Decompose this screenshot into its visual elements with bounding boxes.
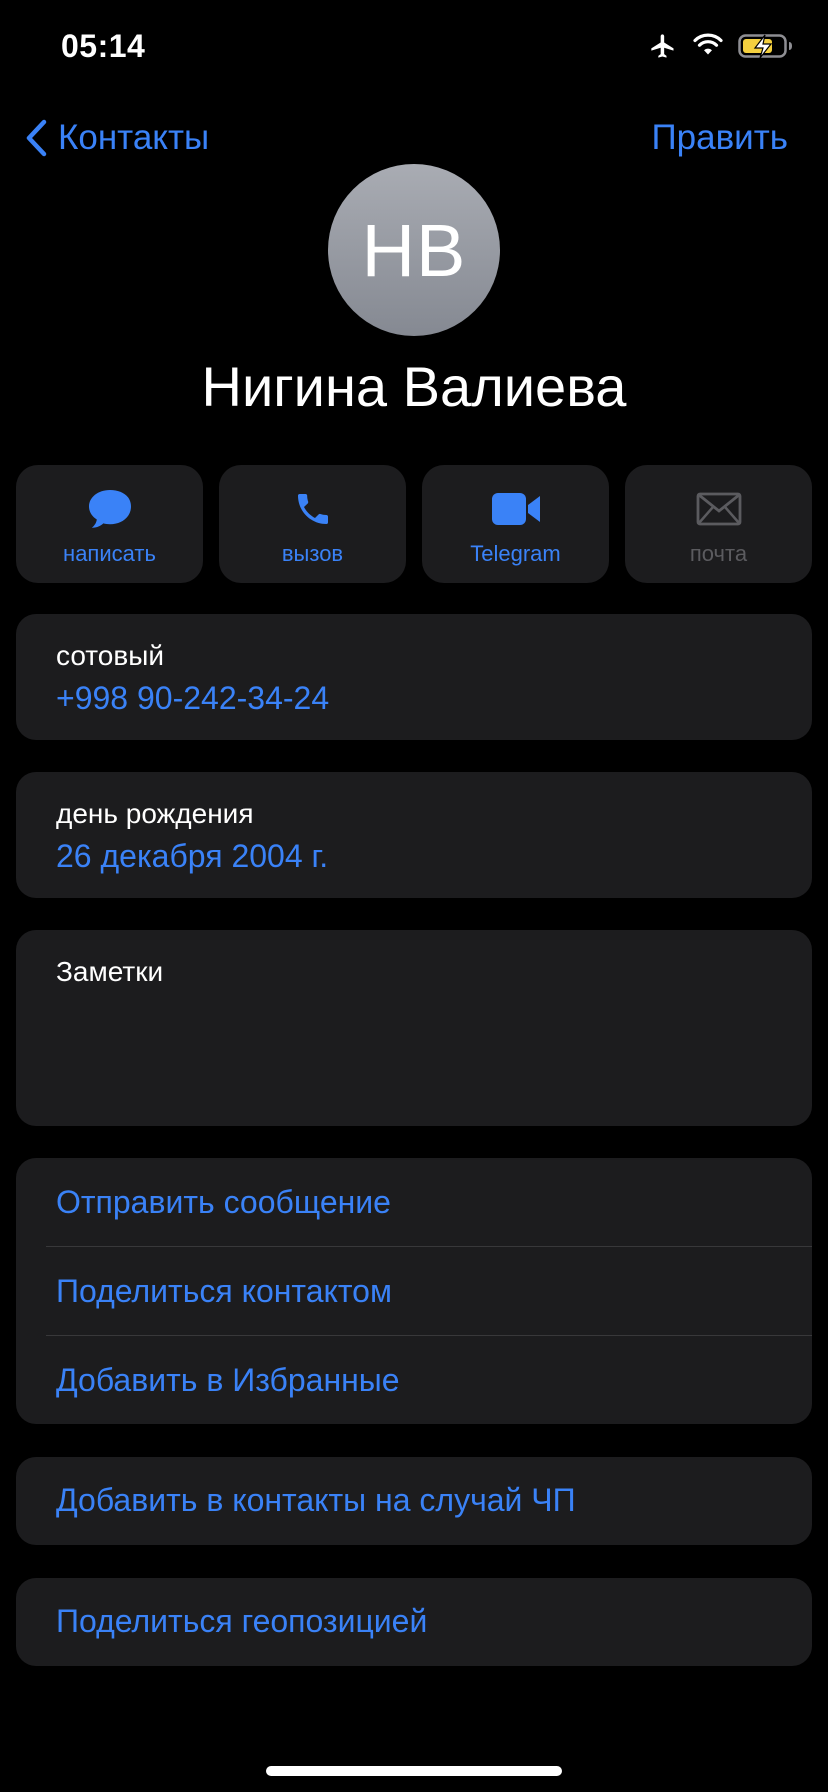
avatar: НВ xyxy=(328,164,500,336)
call-button[interactable]: вызов xyxy=(219,465,406,583)
notes-caption: Заметки xyxy=(56,956,164,987)
mail-icon xyxy=(696,487,742,531)
add-to-favorites-option[interactable]: Добавить в Избранные xyxy=(56,1362,400,1399)
contact-name: Нигина Валиева xyxy=(201,355,627,418)
status-icons xyxy=(648,32,794,65)
mail-button-label: почта xyxy=(689,541,748,566)
phone-card: сотовый +998 90-242-34-24 xyxy=(16,614,812,740)
birthday-caption: день рождения xyxy=(56,798,254,829)
back-button[interactable]: Контакты xyxy=(24,118,209,158)
action-buttons: написать вызов Telegram почта xyxy=(16,465,812,583)
notes-card[interactable]: Заметки xyxy=(16,930,812,1126)
location-card: Поделиться геопозицией xyxy=(16,1578,812,1666)
phone-number-link[interactable]: +998 90-242-34-24 xyxy=(56,680,329,717)
share-contact-option[interactable]: Поделиться контактом xyxy=(56,1273,392,1310)
birthday-card: день рождения 26 декабря 2004 г. xyxy=(16,772,812,898)
share-location-option[interactable]: Поделиться геопозицией xyxy=(56,1603,427,1640)
edit-button[interactable]: Править xyxy=(652,118,789,158)
message-button[interactable]: написать xyxy=(16,465,203,583)
battery-charging-icon xyxy=(738,32,794,65)
mail-button[interactable]: почта xyxy=(625,465,812,583)
emergency-card: Добавить в контакты на случай ЧП xyxy=(16,1457,812,1545)
phone-icon xyxy=(293,487,333,531)
options-list: Отправить сообщение Поделиться контактом… xyxy=(16,1158,812,1424)
phone-caption: сотовый xyxy=(56,640,164,671)
message-bubble-icon xyxy=(87,487,133,531)
airplane-icon xyxy=(648,32,678,65)
send-message-option[interactable]: Отправить сообщение xyxy=(56,1184,391,1221)
telegram-video-button[interactable]: Telegram xyxy=(422,465,609,583)
status-time: 05:14 xyxy=(61,28,146,64)
message-button-label: написать xyxy=(63,541,156,566)
divider xyxy=(46,1246,812,1247)
divider xyxy=(46,1335,812,1336)
birthday-value[interactable]: 26 декабря 2004 г. xyxy=(56,838,328,875)
telegram-button-label: Telegram xyxy=(470,541,561,566)
wifi-icon xyxy=(692,33,724,64)
add-emergency-contact-option[interactable]: Добавить в контакты на случай ЧП xyxy=(56,1482,576,1519)
back-label: Контакты xyxy=(58,118,210,157)
video-camera-icon xyxy=(491,487,541,531)
chevron-left-icon xyxy=(26,119,47,157)
call-button-label: вызов xyxy=(281,541,344,566)
home-indicator[interactable] xyxy=(266,1766,562,1776)
